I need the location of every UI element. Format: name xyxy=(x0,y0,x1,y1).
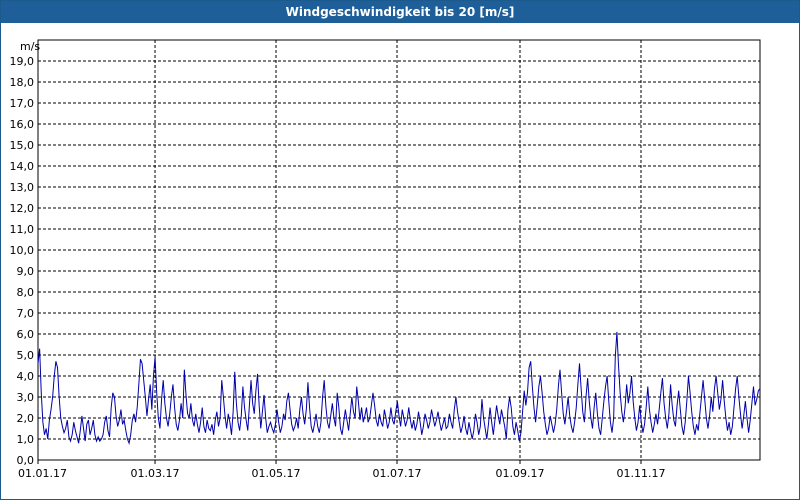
y-tick-label: 0,0 xyxy=(17,454,35,467)
y-tick-label: 13,0 xyxy=(10,181,35,194)
y-tick-label: 4,0 xyxy=(17,370,35,383)
x-tick-label: 01.09.17 xyxy=(496,467,545,480)
y-tick-label: 2,0 xyxy=(17,412,35,425)
y-tick-label: 5,0 xyxy=(17,349,35,362)
y-tick-label: 10,0 xyxy=(10,244,35,257)
x-tick-label: 01.11.17 xyxy=(616,467,665,480)
grid-layer xyxy=(38,40,760,460)
x-tick-label: 01.03.17 xyxy=(131,467,180,480)
y-tick-label: 1,0 xyxy=(17,433,35,446)
y-tick-label: 7,0 xyxy=(17,307,35,320)
wind-speed-chart: m/s 0,0 1,0 2,0 3,0 4,0 5,0 6,0 7,0 8,0 9,0 10,0 11… xyxy=(10,39,761,480)
y-tick-label: 3,0 xyxy=(17,391,35,404)
y-tick-label: 17,0 xyxy=(10,97,35,110)
y-tick-label: 8,0 xyxy=(17,286,35,299)
y-tick-label: 9,0 xyxy=(17,265,35,278)
tick-label-layer: 0,0 1,0 2,0 3,0 4,0 5,0 6,0 7,0 8,0 9,0 10,0 11,0 12… xyxy=(10,55,666,480)
series-line-wind-speed xyxy=(37,331,761,446)
x-tick-label: 01.07.17 xyxy=(373,467,422,480)
y-tick-label: 18,0 xyxy=(10,76,35,89)
y-axis-unit-label: m/s xyxy=(20,40,40,53)
y-tick-label: 16,0 xyxy=(10,118,35,131)
y-tick-label: 19,0 xyxy=(10,55,35,68)
x-tick-label: 01.01.17 xyxy=(18,467,67,480)
y-tick-label: 6,0 xyxy=(17,328,35,341)
y-tick-label: 15,0 xyxy=(10,139,35,152)
axis-layer xyxy=(37,39,761,464)
x-tick-label: 01.05.17 xyxy=(252,467,301,480)
y-tick-label: 14,0 xyxy=(10,160,35,173)
y-tick-label: 12,0 xyxy=(10,202,35,215)
y-tick-label: 11,0 xyxy=(10,223,35,236)
